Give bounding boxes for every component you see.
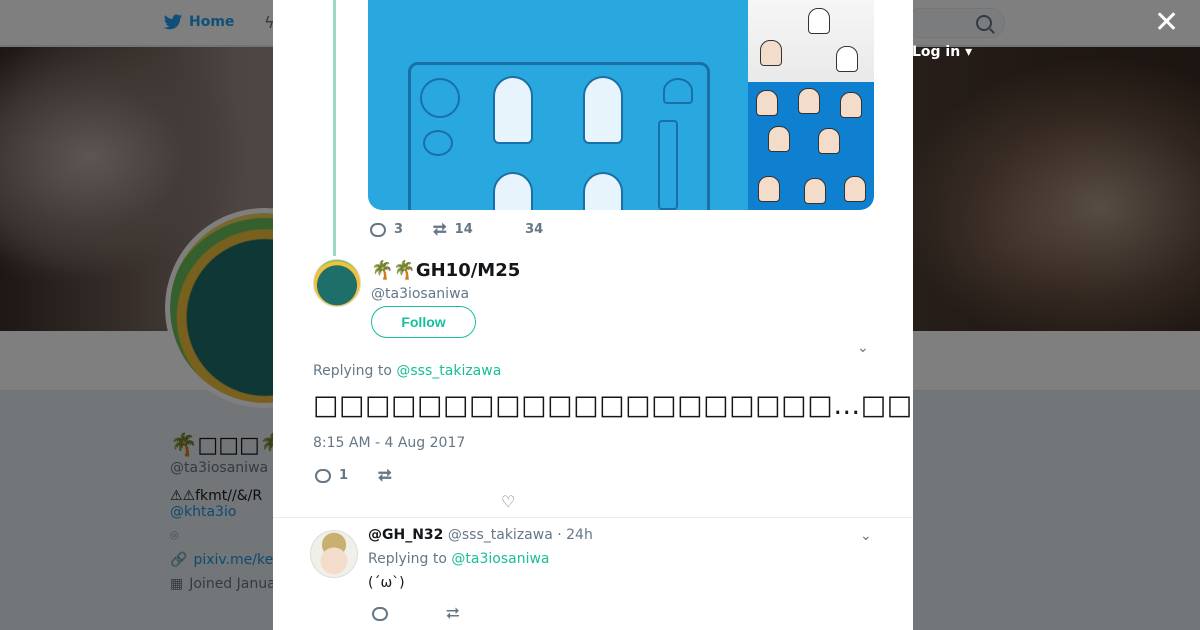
replying-to: Replying to @sss_takizawa bbox=[313, 363, 502, 379]
tweet-actions: 1 ⮂ bbox=[315, 465, 422, 486]
reply-time[interactable]: 24h bbox=[566, 527, 593, 543]
retweet-icon: ⮂ bbox=[446, 604, 460, 624]
author-name[interactable]: 🌴🌴GH10/M25 bbox=[371, 260, 520, 281]
reply-actions: ⮂ bbox=[372, 604, 490, 624]
reply-icon bbox=[315, 468, 331, 483]
reply-reply-button[interactable] bbox=[372, 607, 388, 621]
divider bbox=[273, 517, 913, 518]
retweet-icon: ⮂ bbox=[378, 465, 392, 486]
reply-icon bbox=[372, 607, 388, 621]
replying-to-mention[interactable]: @sss_takizawa bbox=[396, 363, 501, 379]
reply-separator: · bbox=[557, 527, 562, 543]
thread-connector-line bbox=[333, 0, 336, 256]
reply-header: @GH_N32 @sss_takizawa · 24h bbox=[368, 527, 593, 543]
login-link[interactable]: Log in ▾ bbox=[912, 44, 972, 60]
retweet-button[interactable]: ⮂ bbox=[378, 465, 392, 486]
retweet-icon: ⮂ bbox=[433, 219, 447, 240]
close-icon[interactable]: ✕ bbox=[1154, 8, 1179, 38]
tweet-text: □□□□□□□□□□□□□□□□□□□□…□□□□□□□□□…□□□□□□□□□… bbox=[313, 390, 913, 421]
reply-text: (´ω`) bbox=[368, 575, 405, 591]
prev-like-button[interactable]: ♡ 34 bbox=[503, 222, 543, 237]
tweet-permalink-modal: 3 ⮂ 14 ♡ 34 🌴🌴GH10/M25 @ta3iosaniwa Foll… bbox=[273, 0, 913, 630]
author-handle[interactable]: @ta3iosaniwa bbox=[371, 286, 469, 302]
reply-replying-to: Replying to @ta3iosaniwa bbox=[368, 551, 550, 567]
chevron-down-icon[interactable]: ⌄ bbox=[857, 340, 871, 356]
author-avatar[interactable] bbox=[313, 259, 361, 307]
prev-reply-button[interactable]: 3 bbox=[370, 222, 403, 237]
reply-button[interactable]: 1 bbox=[315, 468, 348, 483]
chevron-down-icon[interactable]: ⌄ bbox=[860, 528, 872, 544]
reply-avatar[interactable] bbox=[310, 530, 358, 578]
tweet-media-grid[interactable] bbox=[368, 0, 874, 210]
prev-retweet-button[interactable]: ⮂ 14 bbox=[433, 219, 473, 240]
heart-icon[interactable]: ♡ bbox=[501, 492, 515, 511]
reply-author-handle[interactable]: @sss_takizawa bbox=[448, 527, 553, 543]
reply-icon bbox=[370, 222, 386, 237]
media-image-main[interactable] bbox=[368, 0, 748, 210]
reply-replying-to-mention[interactable]: @ta3iosaniwa bbox=[451, 551, 549, 567]
tweet-timestamp[interactable]: 8:15 AM - 4 Aug 2017 bbox=[313, 435, 465, 451]
reply-retweet-button[interactable]: ⮂ bbox=[446, 604, 460, 624]
prev-tweet-actions: 3 ⮂ 14 ♡ 34 bbox=[370, 219, 573, 240]
reply-author-name[interactable]: @GH_N32 bbox=[368, 527, 443, 543]
media-image-side[interactable] bbox=[748, 0, 874, 210]
follow-button[interactable]: Follow bbox=[371, 306, 476, 338]
